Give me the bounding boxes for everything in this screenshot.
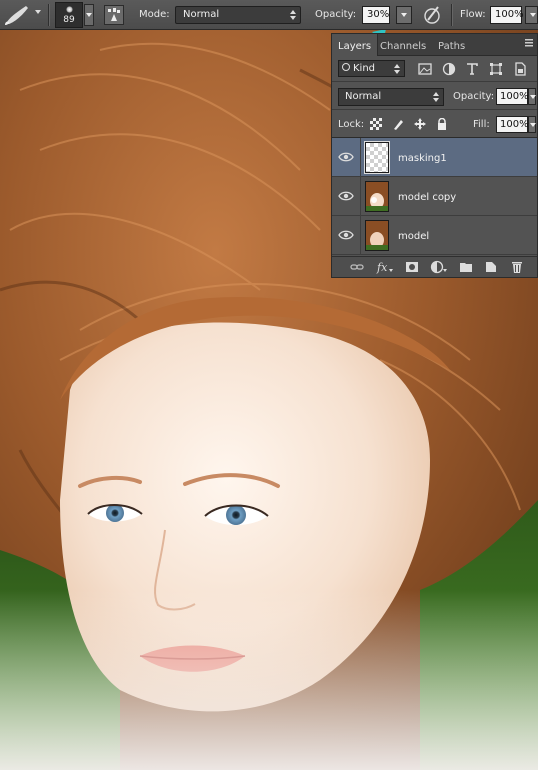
link-layers-icon[interactable] (350, 260, 364, 274)
layer-name: model copy (398, 192, 457, 203)
separator (48, 4, 49, 26)
tab-layers[interactable]: Layers (332, 34, 379, 56)
options-bar: 89 Mode: Normal Opacity: 30% Flow: 100% (0, 0, 538, 30)
brush-size: 89 (63, 15, 75, 25)
fill-dropdown[interactable] (528, 116, 536, 133)
layers-bottom-toolbar: fx (332, 256, 537, 277)
panel-menu-icon[interactable] (524, 38, 534, 48)
select-arrows-icon (290, 10, 296, 20)
blend-mode-select[interactable]: Normal (338, 88, 444, 106)
lock-transparent-pixels-icon[interactable] (370, 118, 382, 130)
pressure-opacity-icon[interactable] (423, 4, 443, 26)
tab-channels[interactable]: Channels (374, 34, 432, 56)
add-mask-icon[interactable] (405, 260, 419, 274)
opacity-field[interactable]: 30% (362, 6, 390, 24)
mode-select[interactable]: Normal (175, 6, 301, 24)
visibility-eye-icon[interactable] (338, 228, 354, 242)
opacity-dropdown[interactable] (396, 6, 412, 24)
flow-field[interactable]: 100% (490, 6, 524, 24)
fx-icon[interactable]: fx (376, 260, 394, 274)
layers-panel: Layers Channels Paths Kind Normal Opacit… (331, 33, 538, 278)
thumbnail-image (366, 182, 388, 211)
layer-opacity-dropdown[interactable] (528, 88, 536, 105)
layer-row[interactable]: model copy (332, 177, 537, 216)
blend-mode-value: Normal (345, 91, 382, 102)
fill-label: Fill: (473, 119, 490, 130)
new-layer-icon[interactable] (484, 260, 498, 274)
new-group-icon[interactable] (459, 260, 473, 274)
tab-paths[interactable]: Paths (432, 34, 471, 56)
shape-layer-filter-icon[interactable] (489, 62, 503, 76)
separator (451, 4, 452, 26)
mode-value: Normal (183, 9, 220, 20)
filter-kind-value: Kind (353, 63, 376, 74)
layer-thumbnail-photo (365, 181, 389, 212)
visibility-eye-icon[interactable] (338, 150, 354, 164)
fill-field[interactable]: 100% (496, 116, 529, 133)
opacity-label: Opacity: (315, 9, 357, 20)
lock-row: Lock: Fill: 100% (332, 110, 537, 138)
brush-preset-picker[interactable]: 89 (55, 2, 83, 28)
smart-object-filter-icon[interactable] (513, 62, 527, 76)
brush-tool-icon[interactable] (2, 3, 32, 27)
thumbnail-image (366, 221, 388, 250)
lock-image-pixels-icon[interactable] (392, 118, 404, 130)
layer-thumbnail-photo (365, 220, 389, 251)
adjustment-layer-icon[interactable] (430, 260, 448, 274)
select-arrows-icon (433, 92, 439, 102)
brush-tip-icon (66, 6, 73, 13)
delete-layer-icon[interactable] (510, 260, 524, 274)
layer-row[interactable]: masking1 (332, 138, 537, 177)
svg-text:fx: fx (376, 261, 388, 274)
layer-opacity-field[interactable]: 100% (496, 88, 529, 105)
blend-row: Normal Opacity: 100% (332, 82, 537, 110)
lock-position-icon[interactable] (414, 118, 426, 130)
lock-label: Lock: (338, 119, 365, 130)
brush-panel-icon (108, 8, 120, 21)
layer-row[interactable]: model (332, 216, 537, 255)
layer-thumbnail-transparent (364, 141, 390, 174)
tool-preset-dropdown-arrow[interactable] (35, 10, 41, 14)
layer-name: masking1 (398, 153, 447, 164)
separator (360, 138, 361, 177)
panel-tabs: Layers Channels Paths (332, 34, 537, 56)
adjustment-layer-filter-icon[interactable] (442, 62, 456, 76)
mode-label: Mode: (139, 9, 170, 20)
layer-name: model (398, 231, 430, 242)
layer-opacity-label: Opacity: (453, 91, 495, 102)
brush-panel-toggle[interactable] (104, 5, 124, 25)
separator (360, 216, 361, 255)
flow-dropdown[interactable] (525, 6, 538, 24)
select-arrows-icon (394, 64, 400, 74)
visibility-eye-icon[interactable] (338, 189, 354, 203)
flow-label: Flow: (460, 9, 486, 20)
lock-all-icon[interactable] (436, 118, 448, 130)
filter-kind-select[interactable]: Kind (338, 60, 405, 77)
separator (360, 177, 361, 216)
layer-filter-row: Kind (332, 56, 537, 82)
pixel-layer-filter-icon[interactable] (418, 62, 432, 76)
search-icon (342, 63, 350, 71)
brush-preset-dropdown[interactable] (84, 4, 94, 26)
type-layer-filter-icon[interactable] (465, 62, 479, 76)
